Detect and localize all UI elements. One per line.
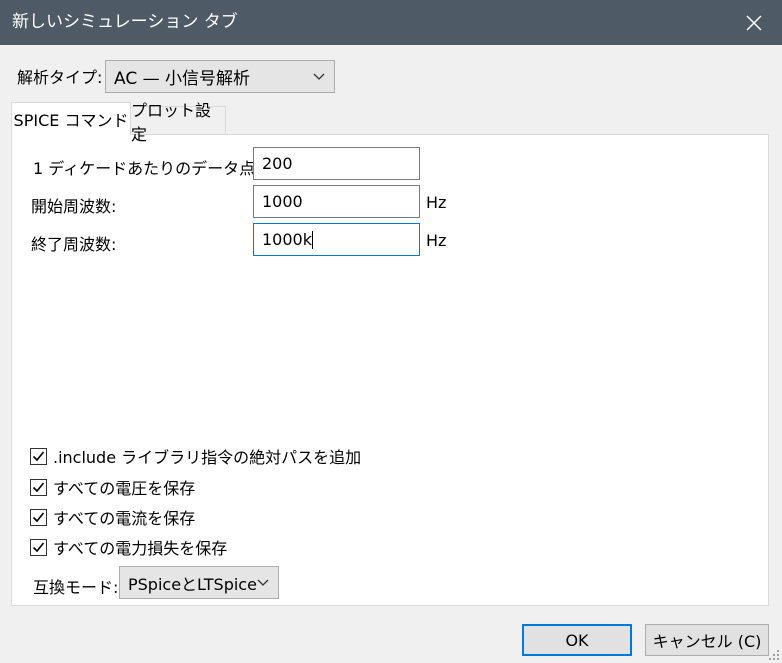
check-icon [32, 450, 45, 461]
chevron-down-icon [257, 579, 269, 586]
stop-frequency-unit: Hz [426, 231, 447, 250]
compat-mode-value: PSpiceとLTSpice [128, 574, 257, 594]
checkbox-include-absolute-path[interactable]: .include ライブラリ指令の絶対パスを追加 [30, 444, 361, 468]
checkbox-save-all-voltages[interactable]: すべての電圧を保存 [30, 475, 195, 499]
title-bar: 新しいシミュレーション タブ [0, 0, 782, 45]
analysis-type-value: AC — 小信号解析 [114, 69, 251, 89]
checkbox-box[interactable] [30, 478, 47, 496]
window-title: 新しいシミュレーション タブ [12, 12, 238, 32]
tab-spice-command[interactable]: SPICE コマンド [11, 102, 131, 135]
tab-plot-settings[interactable]: プロット設定 [130, 101, 226, 144]
analysis-type-label: 解析タイプ: [17, 68, 103, 87]
ok-button[interactable]: OK [522, 624, 632, 656]
analysis-type-select[interactable]: AC — 小信号解析 [105, 60, 335, 93]
checkbox-box[interactable] [30, 447, 47, 465]
stop-frequency-input[interactable]: 1000k [253, 223, 420, 256]
checkbox-box[interactable] [30, 508, 47, 526]
checkbox-box[interactable] [30, 538, 47, 556]
resize-grip-icon[interactable] [768, 649, 780, 661]
close-button[interactable] [726, 0, 782, 45]
ok-button-label: OK [565, 630, 589, 650]
points-per-decade-label: 1 ディケードあたりのデータ点数: [33, 159, 277, 178]
stop-frequency-label: 終了周波数: [31, 235, 117, 254]
start-frequency-label: 開始周波数: [31, 197, 117, 216]
compat-mode-label: 互換モード: [33, 578, 119, 597]
checkbox-label: すべての電圧を保存 [53, 479, 196, 498]
tab-label: SPICE コマンド [13, 111, 129, 130]
start-frequency-value: 1000 [262, 192, 303, 211]
tab-label: プロット設定 [131, 100, 212, 144]
checkbox-label: すべての電流を保存 [53, 509, 196, 528]
cancel-button-label: キャンセル (C) [652, 632, 762, 651]
checkbox-label: .include ライブラリ指令の絶対パスを追加 [53, 448, 362, 467]
check-icon [32, 481, 45, 492]
checkbox-save-all-power-dissipation[interactable]: すべての電力損失を保存 [30, 535, 227, 559]
compat-mode-select[interactable]: PSpiceとLTSpice [119, 566, 279, 599]
close-icon [746, 14, 762, 31]
checkbox-save-all-currents[interactable]: すべての電流を保存 [30, 505, 195, 529]
stop-frequency-value: 1000k [262, 230, 312, 249]
check-icon [32, 511, 45, 522]
check-icon [32, 541, 45, 552]
points-per-decade-value: 200 [262, 154, 293, 173]
checkbox-label: すべての電力損失を保存 [53, 539, 228, 558]
start-frequency-unit: Hz [426, 193, 447, 212]
text-caret [311, 230, 313, 249]
chevron-down-icon [313, 73, 325, 80]
points-per-decade-input[interactable]: 200 [253, 147, 420, 180]
cancel-button[interactable]: キャンセル (C) [645, 624, 769, 656]
start-frequency-input[interactable]: 1000 [253, 185, 420, 218]
